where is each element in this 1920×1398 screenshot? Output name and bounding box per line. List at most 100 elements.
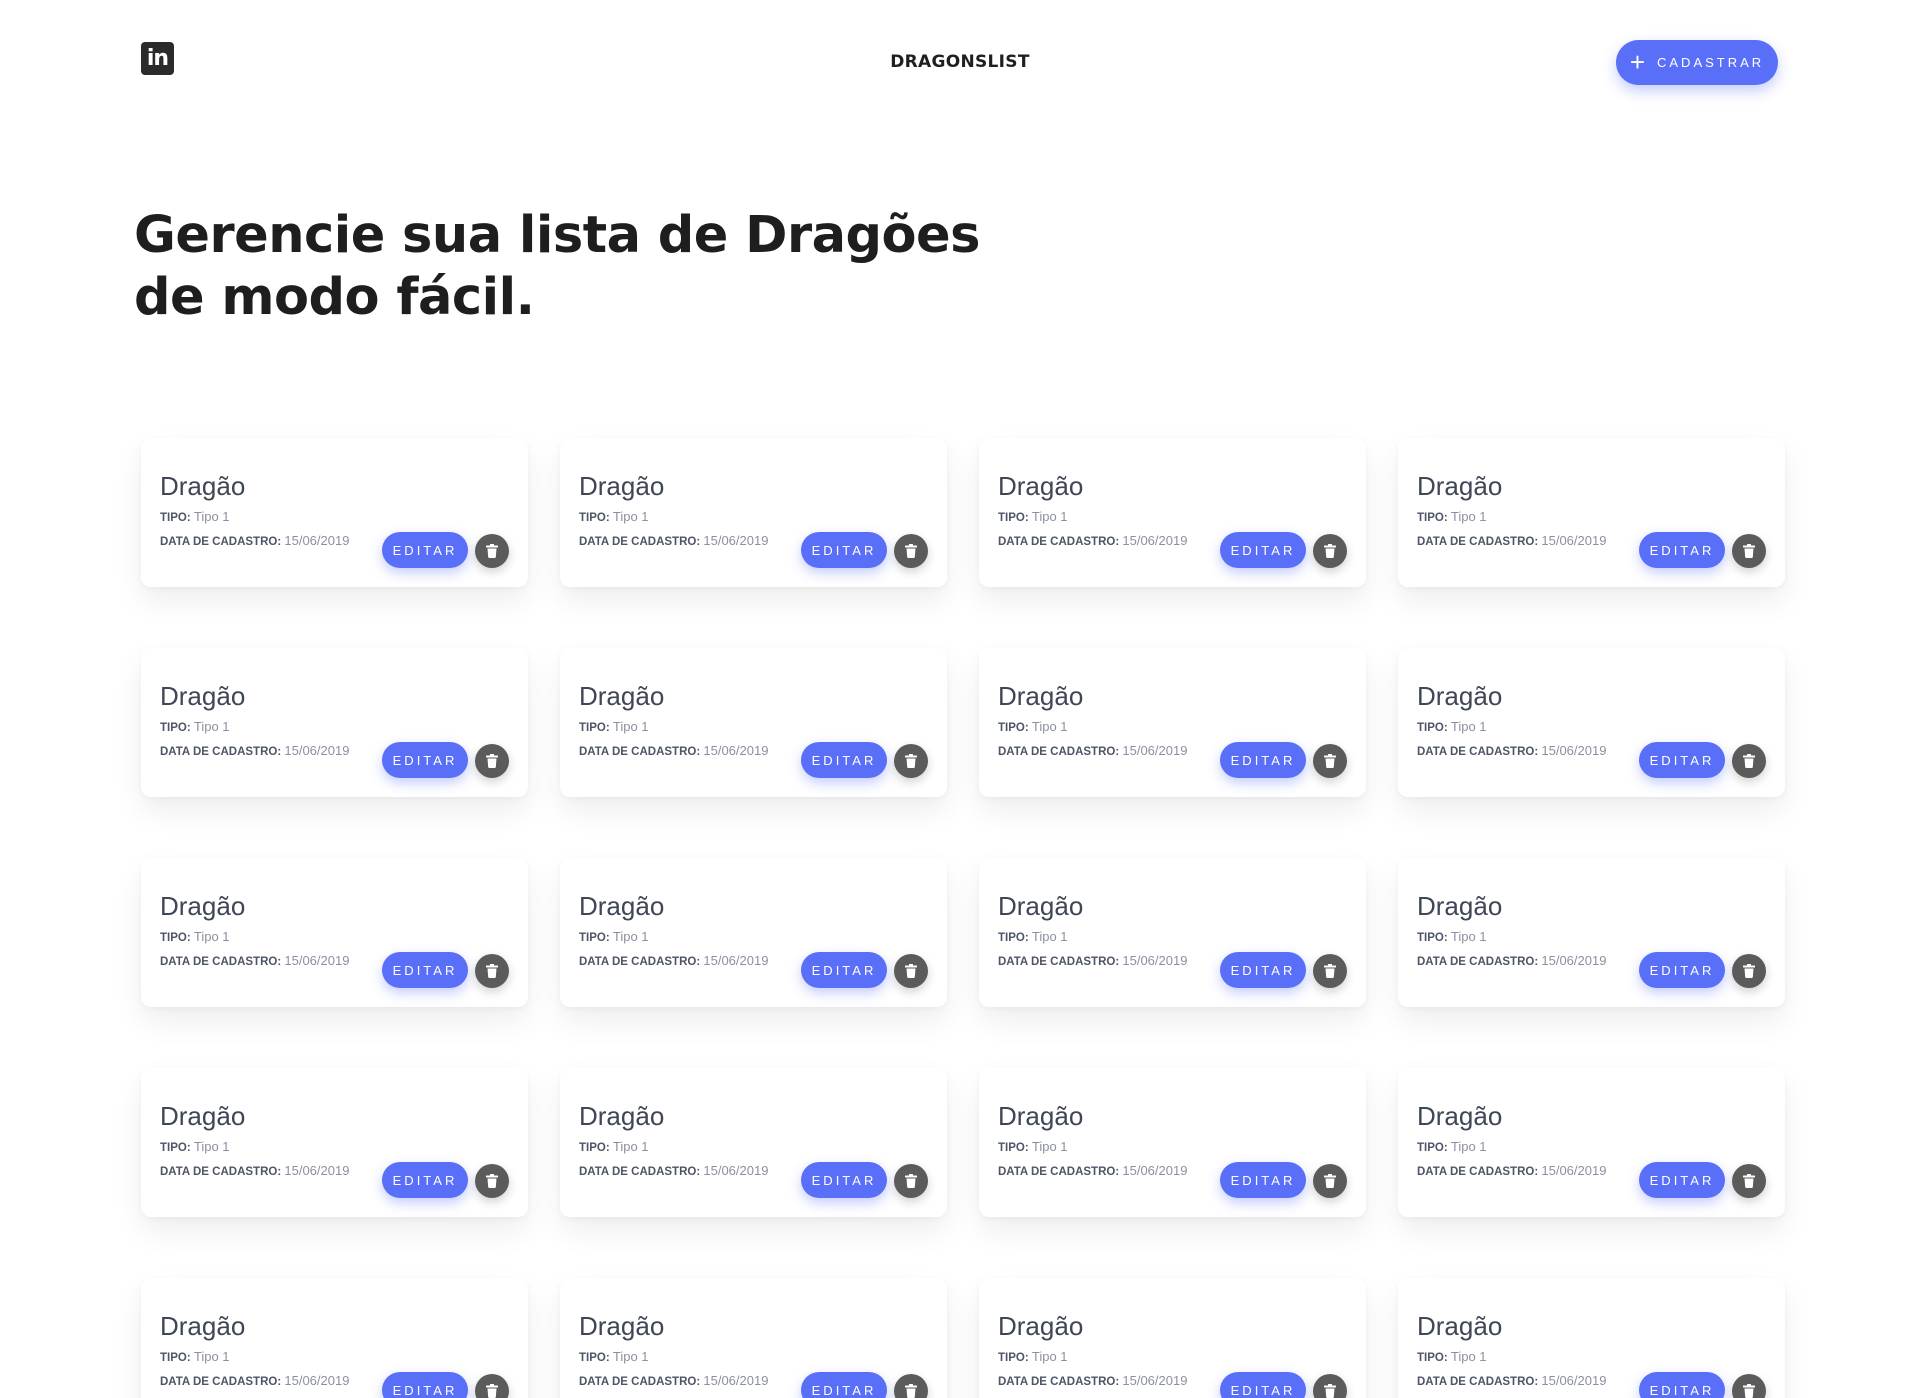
edit-button[interactable]: EDITAR xyxy=(1220,1162,1306,1198)
type-value: Tipo 1 xyxy=(193,1349,230,1364)
delete-button[interactable] xyxy=(894,534,928,568)
edit-button[interactable]: EDITAR xyxy=(801,952,887,988)
dragon-name: Dragão xyxy=(998,471,1084,501)
edit-button[interactable]: EDITAR xyxy=(382,742,468,778)
delete-button[interactable] xyxy=(475,1164,509,1198)
edit-button[interactable]: EDITAR xyxy=(1639,1162,1725,1198)
edit-button[interactable]: EDITAR xyxy=(801,1162,887,1198)
type-label: TIPO: xyxy=(1417,512,1451,524)
date-value: 15/06/2019 xyxy=(284,533,350,548)
trash-icon xyxy=(1324,544,1336,558)
delete-button[interactable] xyxy=(894,954,928,988)
delete-button[interactable] xyxy=(1313,534,1347,568)
edit-button[interactable]: EDITAR xyxy=(1220,952,1306,988)
edit-button[interactable]: EDITAR xyxy=(382,952,468,988)
dragon-date: DATA DE CADASTRO: 15/06/2019 xyxy=(1417,743,1606,758)
delete-button[interactable] xyxy=(475,954,509,988)
trash-icon xyxy=(1743,544,1755,558)
type-value: Tipo 1 xyxy=(193,509,230,524)
dragon-card: Dragão TIPO: Tipo 1 DATA DE CADASTRO: 15… xyxy=(141,438,528,587)
type-label: TIPO: xyxy=(160,512,194,524)
delete-button[interactable] xyxy=(1313,954,1347,988)
type-label: TIPO: xyxy=(998,932,1032,944)
edit-button[interactable]: EDITAR xyxy=(801,532,887,568)
dragon-date: DATA DE CADASTRO: 15/06/2019 xyxy=(998,1373,1187,1388)
date-value: 15/06/2019 xyxy=(703,1373,769,1388)
trash-icon xyxy=(486,544,498,558)
delete-button[interactable] xyxy=(894,744,928,778)
type-label: TIPO: xyxy=(998,1352,1032,1364)
delete-button[interactable] xyxy=(1732,954,1766,988)
edit-button[interactable]: EDITAR xyxy=(382,1162,468,1198)
edit-button[interactable]: EDITAR xyxy=(1639,532,1725,568)
dragon-date: DATA DE CADASTRO: 15/06/2019 xyxy=(1417,953,1606,968)
trash-icon xyxy=(1743,1384,1755,1398)
type-label: TIPO: xyxy=(998,722,1032,734)
type-label: TIPO: xyxy=(998,512,1032,524)
dragon-date: DATA DE CADASTRO: 15/06/2019 xyxy=(1417,533,1606,548)
delete-button[interactable] xyxy=(475,534,509,568)
edit-button[interactable]: EDITAR xyxy=(1220,532,1306,568)
edit-button[interactable]: EDITAR xyxy=(801,1372,887,1398)
date-label: DATA DE CADASTRO: xyxy=(998,1166,1123,1178)
date-value: 15/06/2019 xyxy=(703,1163,769,1178)
type-label: TIPO: xyxy=(579,1352,613,1364)
delete-button[interactable] xyxy=(894,1164,928,1198)
dragon-card: Dragão TIPO: Tipo 1 DATA DE CADASTRO: 15… xyxy=(560,858,947,1007)
dragon-name: Dragão xyxy=(579,1311,665,1341)
date-value: 15/06/2019 xyxy=(284,1373,350,1388)
type-label: TIPO: xyxy=(160,1352,194,1364)
type-label: TIPO: xyxy=(160,932,194,944)
delete-button[interactable] xyxy=(1313,1374,1347,1398)
delete-button[interactable] xyxy=(1313,744,1347,778)
date-value: 15/06/2019 xyxy=(1541,533,1607,548)
date-label: DATA DE CADASTRO: xyxy=(579,956,704,968)
cadastrar-label: CADASTRAR xyxy=(1657,55,1765,70)
dragon-name: Dragão xyxy=(998,891,1084,921)
dragon-card: Dragão TIPO: Tipo 1 DATA DE CADASTRO: 15… xyxy=(141,1068,528,1217)
type-value: Tipo 1 xyxy=(612,1349,649,1364)
dragon-name: Dragão xyxy=(160,1101,246,1131)
edit-button[interactable]: EDITAR xyxy=(1220,1372,1306,1398)
edit-button[interactable]: EDITAR xyxy=(801,742,887,778)
dragon-card: Dragão TIPO: Tipo 1 DATA DE CADASTRO: 15… xyxy=(141,648,528,797)
delete-button[interactable] xyxy=(1732,1374,1766,1398)
dragon-type: TIPO: Tipo 1 xyxy=(998,1349,1068,1364)
date-label: DATA DE CADASTRO: xyxy=(1417,1376,1542,1388)
dragon-type: TIPO: Tipo 1 xyxy=(579,929,649,944)
dragon-card: Dragão TIPO: Tipo 1 DATA DE CADASTRO: 15… xyxy=(560,1278,947,1398)
delete-button[interactable] xyxy=(475,744,509,778)
date-value: 15/06/2019 xyxy=(1541,1163,1607,1178)
date-value: 15/06/2019 xyxy=(703,533,769,548)
delete-button[interactable] xyxy=(1732,534,1766,568)
dragon-card: Dragão TIPO: Tipo 1 DATA DE CADASTRO: 15… xyxy=(1398,1278,1785,1398)
dragon-type: TIPO: Tipo 1 xyxy=(160,929,230,944)
dragon-date: DATA DE CADASTRO: 15/06/2019 xyxy=(998,533,1187,548)
dragon-name: Dragão xyxy=(1417,891,1503,921)
edit-button[interactable]: EDITAR xyxy=(1639,952,1725,988)
delete-button[interactable] xyxy=(1732,1164,1766,1198)
delete-button[interactable] xyxy=(1732,744,1766,778)
date-label: DATA DE CADASTRO: xyxy=(579,536,704,548)
edit-button[interactable]: EDITAR xyxy=(1639,1372,1725,1398)
edit-button[interactable]: EDITAR xyxy=(1639,742,1725,778)
plus-icon: + xyxy=(1629,46,1645,77)
type-label: TIPO: xyxy=(579,512,613,524)
edit-button[interactable]: EDITAR xyxy=(382,1372,468,1398)
dragon-type: TIPO: Tipo 1 xyxy=(1417,509,1487,524)
date-label: DATA DE CADASTRO: xyxy=(579,1376,704,1388)
type-value: Tipo 1 xyxy=(1031,1139,1068,1154)
type-label: TIPO: xyxy=(1417,722,1451,734)
trash-icon xyxy=(905,544,917,558)
edit-button[interactable]: EDITAR xyxy=(382,532,468,568)
trash-icon xyxy=(486,964,498,978)
delete-button[interactable] xyxy=(475,1374,509,1398)
edit-button[interactable]: EDITAR xyxy=(1220,742,1306,778)
dragon-grid: Dragão TIPO: Tipo 1 DATA DE CADASTRO: 15… xyxy=(141,438,1785,1398)
delete-button[interactable] xyxy=(1313,1164,1347,1198)
page: in DRAGONSLIST + CADASTRAR Gerencie sua … xyxy=(0,0,1920,1398)
delete-button[interactable] xyxy=(894,1374,928,1398)
dragon-name: Dragão xyxy=(1417,1311,1503,1341)
cadastrar-button[interactable]: + CADASTRAR xyxy=(1616,40,1778,85)
dragon-date: DATA DE CADASTRO: 15/06/2019 xyxy=(579,1373,768,1388)
